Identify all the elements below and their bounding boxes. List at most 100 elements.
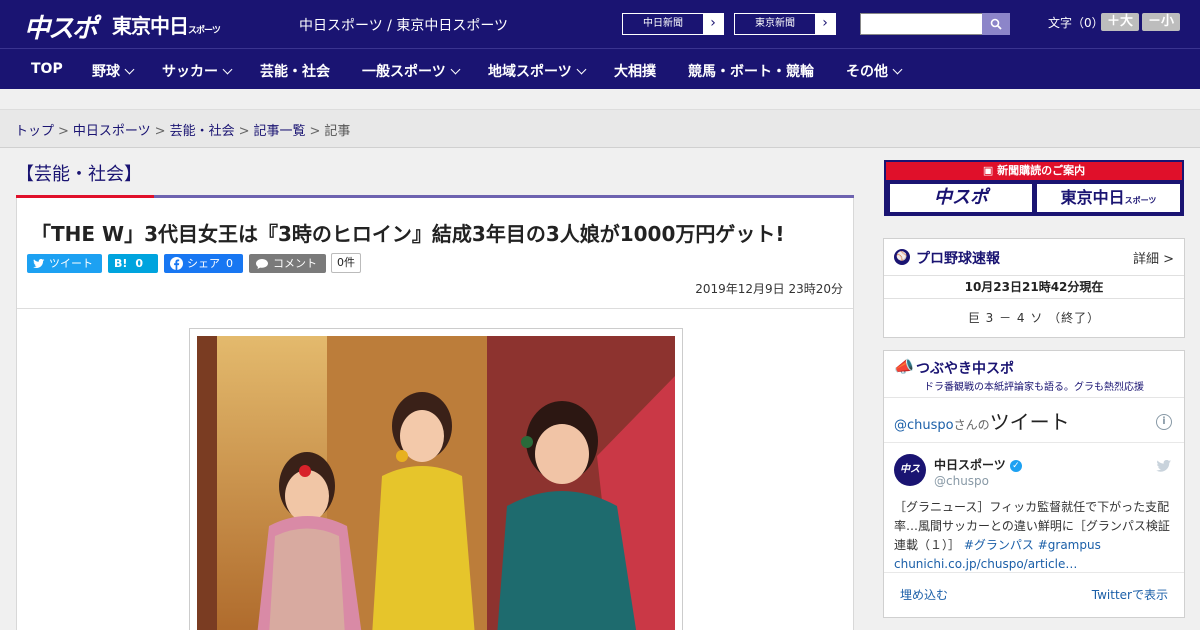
tsubuyaki-subtitle: ドラ番観戦の本紙評論家も語る。グラも熱烈応援 (924, 382, 1144, 393)
view-on-twitter-link[interactable]: Twitterで表示 (1092, 586, 1168, 603)
tokyo-chunichi-logo[interactable]: 東京中日スポーツ (112, 10, 221, 39)
twitter-bird-icon (1156, 458, 1172, 477)
nav-label: 野球 (92, 64, 120, 80)
chevron-down-icon (450, 64, 461, 75)
article-photo[interactable] (197, 336, 675, 630)
chevron-down-icon (892, 64, 903, 75)
ad-band (0, 89, 1200, 110)
comment-label: コメント (273, 257, 317, 270)
breadcrumb: トップ > 中日スポーツ > 芸能・社会 > 記事一覧 > 記事 (0, 110, 1200, 148)
nav-label: TOP (31, 61, 63, 77)
search-button[interactable] (982, 13, 1010, 35)
timeline-header: @chuspoさんのツイート (894, 406, 1070, 435)
article-date: 2019年12月9日 23時20分 (695, 282, 843, 296)
embed-link[interactable]: 埋め込む (900, 586, 948, 603)
promo-tokyo-text: 東京中日 (1060, 188, 1125, 207)
tokyo-shimbun-link[interactable]: 東京新聞 › (734, 13, 836, 35)
article-category: 【芸能・社会】 (16, 164, 142, 185)
nav-item-local-sports[interactable]: 地域スポーツ (488, 61, 587, 81)
paper-link-label: 中日新聞 (643, 18, 683, 29)
hatena-count: 0 (135, 257, 144, 270)
nav-item-sumo[interactable]: 大相撲 (614, 61, 656, 81)
tokyo-logo-text: 東京中日 (112, 14, 189, 38)
hatena-label: B! (114, 257, 128, 270)
nav-label: その他 (846, 64, 888, 80)
breadcrumb-current: 記事 (324, 124, 351, 139)
tweet-hashtags[interactable]: #グランパス #grampus (964, 538, 1101, 552)
breadcrumb-separator: > (309, 124, 321, 139)
facebook-icon (170, 257, 183, 270)
nav-item-soccer[interactable]: サッカー (162, 61, 233, 81)
nav-label: 地域スポーツ (488, 64, 572, 80)
promo-chuspo-link[interactable]: 中スポ (890, 184, 1032, 212)
promo-tokyo-link[interactable]: 東京中日スポーツ (1037, 184, 1180, 212)
nav-item-entertainment[interactable]: 芸能・社会 (260, 61, 330, 81)
hatena-bookmark-button[interactable]: B! 0 (108, 254, 158, 273)
nav-item-top[interactable]: TOP (31, 61, 63, 77)
timeline-footer-divider (884, 572, 1184, 573)
timeline-handle-suffix: さんの (953, 418, 990, 432)
baseball-icon: ⚾ (894, 249, 910, 265)
baseball-timestamp-row: 10月23日21時42分現在 (884, 275, 1184, 299)
nav-label: サッカー (162, 64, 218, 80)
facebook-label: シェア (187, 257, 220, 270)
breadcrumb-separator: > (154, 124, 166, 139)
font-larger-button[interactable]: ＋大 (1101, 13, 1139, 31)
timeline-heading: ツイート (989, 410, 1070, 434)
breadcrumb-separator: > (58, 124, 69, 139)
subscription-promo[interactable]: ▣ 新聞購読のご案内 中スポ 東京中日スポーツ (884, 160, 1184, 216)
font-smaller-button[interactable]: －小 (1142, 13, 1180, 31)
twitter-timeline: @chuspoさんのツイート i 中ス 中日スポーツ ✓ @chuspo ［グラ… (884, 397, 1184, 617)
breadcrumb-chunichi-sports[interactable]: 中日スポーツ (73, 124, 151, 139)
article-divider (17, 308, 853, 309)
account-avatar[interactable]: 中ス (894, 454, 926, 486)
nav-item-baseball[interactable]: 野球 (92, 61, 135, 81)
breadcrumb-top[interactable]: トップ (15, 124, 54, 139)
twitter-icon (33, 258, 45, 268)
tsubuyaki-card: 📣 つぶやき中スポ ドラ番観戦の本紙評論家も語る。グラも熱烈応援 @chuspo… (883, 350, 1185, 618)
timeline-handle-link[interactable]: @chuspo (894, 418, 954, 433)
promo-title: ▣ 新聞購読のご案内 (886, 162, 1182, 180)
nav-label: 競馬・ボート・競輪 (688, 64, 814, 80)
breadcrumb-article-list[interactable]: 記事一覧 (254, 124, 306, 139)
search-icon (990, 18, 1002, 30)
chevron-down-icon (222, 64, 233, 75)
timeline-divider (884, 442, 1184, 443)
article-body: 「THE W」3代目女王は『3時のヒロイン』結成3年目の3人娘が1000万円ゲッ… (16, 198, 854, 630)
chuspo-logo[interactable]: 中スポ (24, 8, 98, 45)
facebook-share-button[interactable]: シェア 0 (164, 254, 243, 273)
tokyo-logo-small: スポーツ (188, 26, 221, 36)
newspaper-icon: ▣ (982, 164, 998, 177)
chevron-down-icon (124, 64, 135, 75)
nav-label: 一般スポーツ (362, 64, 446, 80)
search-input[interactable] (860, 13, 1010, 35)
breadcrumb-separator: > (238, 124, 250, 139)
main-nav: TOP 野球 サッカー 芸能・社会 一般スポーツ 地域スポーツ 大相撲 競馬・ボ… (0, 48, 1200, 89)
site-tagline: 中日スポーツ / 東京中日スポーツ (299, 18, 509, 34)
stage-photo-illustration (197, 336, 675, 630)
article-headline: 「THE W」3代目女王は『3時のヒロイン』結成3年目の3人娘が1000万円ゲッ… (31, 222, 785, 246)
info-icon[interactable]: i (1156, 414, 1172, 430)
article-photo-frame (189, 328, 683, 630)
chunichi-shimbun-link[interactable]: 中日新聞 › (622, 13, 724, 35)
tweet-text: ［グラニュース］フィッカ監督就任で下がった支配率…風間サッカーとの違い鮮明に［グ… (894, 498, 1174, 574)
account-handle[interactable]: @chuspo (934, 474, 989, 488)
megaphone-icon: 📣 (894, 357, 914, 376)
site-header: 中スポ 東京中日スポーツ 中日スポーツ / 東京中日スポーツ 中日新聞 › 東京… (0, 0, 1200, 48)
promo-tokyo-small: スポーツ (1124, 196, 1157, 205)
breadcrumb-entertainment[interactable]: 芸能・社会 (170, 124, 235, 139)
nav-item-keiba[interactable]: 競馬・ボート・競輪 (688, 61, 814, 81)
tsubuyaki-title: つぶやき中スポ (916, 361, 1014, 377)
baseball-detail-link[interactable]: 詳細 > (1133, 248, 1174, 267)
comment-button[interactable]: コメント (249, 254, 326, 273)
chevron-right-icon: › (703, 14, 723, 34)
tweet-button[interactable]: ツイート (27, 254, 102, 273)
nav-item-other[interactable]: その他 (846, 61, 903, 81)
nav-item-general-sports[interactable]: 一般スポーツ (362, 61, 461, 81)
baseball-score[interactable]: 巨 3 － 4 ソ （終了） (884, 309, 1184, 326)
nav-label: 大相撲 (614, 64, 656, 80)
chevron-down-icon (576, 64, 587, 75)
comment-count: 0件 (331, 253, 361, 273)
account-name[interactable]: 中日スポーツ ✓ (934, 456, 1022, 473)
tweet-label: ツイート (49, 257, 93, 270)
